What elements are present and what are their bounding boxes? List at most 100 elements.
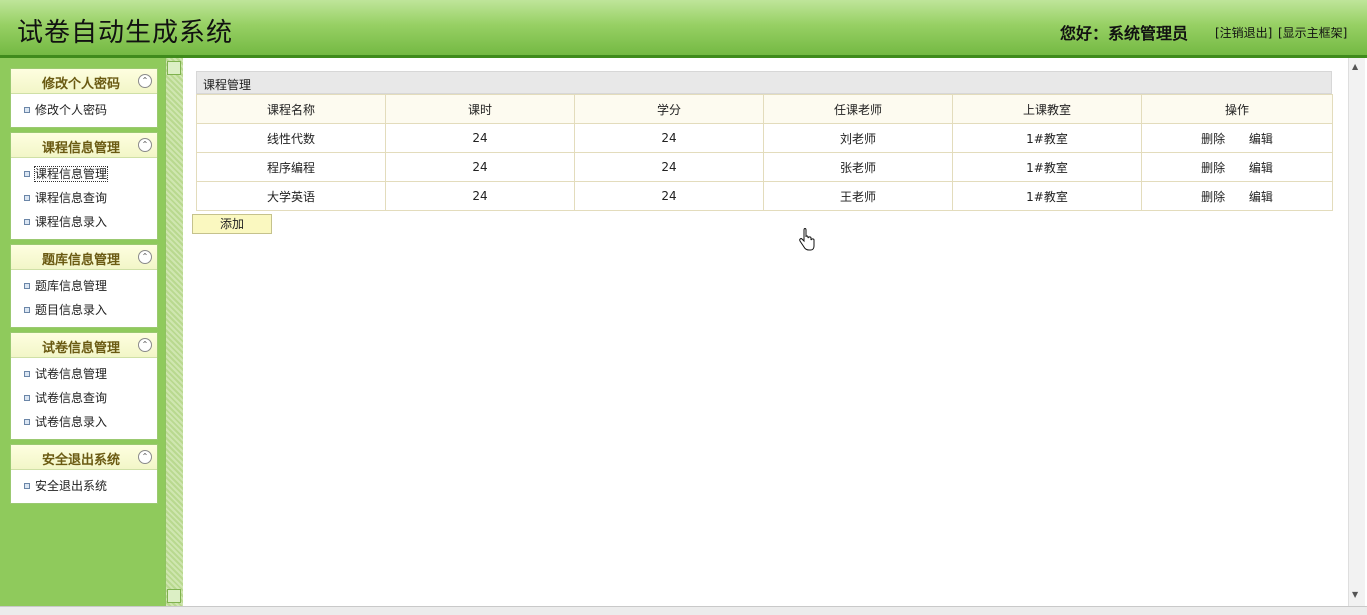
show-main-frame-link[interactable]: [显示主框架]: [1278, 24, 1347, 41]
column-header: 学分: [574, 94, 764, 124]
sidebar-item-label: 题库信息管理: [35, 279, 108, 293]
panel-exam-management: 试卷信息管理 ⌃ 试卷信息管理 试卷信息查询 试卷信息录入: [10, 332, 158, 440]
cell-teacher: 王老师: [763, 181, 953, 211]
square-bullet-icon: [24, 107, 30, 113]
splitter-bottom-button[interactable]: [167, 589, 181, 603]
collapse-up-icon[interactable]: ⌃: [138, 138, 152, 152]
cell-hours: 24: [385, 152, 575, 182]
delete-link[interactable]: 删除: [1201, 190, 1225, 204]
panel-title: 修改个人密码: [41, 77, 120, 92]
panel-header[interactable]: 修改个人密码 ⌃: [11, 69, 157, 94]
table-row: 线性代数 24 24 刘老师 1#教室 删除 编辑: [196, 123, 1333, 153]
delete-link[interactable]: 删除: [1201, 161, 1225, 175]
sidebar-item-change-password[interactable]: 修改个人密码: [11, 98, 157, 122]
panel-header[interactable]: 安全退出系统 ⌃: [11, 445, 157, 470]
panel-header[interactable]: 课程信息管理 ⌃: [11, 133, 157, 158]
add-course-button[interactable]: 添加: [192, 214, 272, 234]
scroll-down-icon[interactable]: ▼: [1352, 590, 1358, 599]
collapse-up-icon[interactable]: ⌃: [138, 250, 152, 264]
sidebar-item-exam-query[interactable]: 试卷信息查询: [11, 386, 157, 410]
square-bullet-icon: [24, 395, 30, 401]
cell-hours: 24: [385, 123, 575, 153]
column-header: 课时: [385, 94, 575, 124]
frame-splitter[interactable]: [165, 58, 183, 606]
collapse-up-icon[interactable]: ⌃: [138, 74, 152, 88]
app-header: 试卷自动生成系统 您好：系统管理员 [注销退出] [显示主框架]: [0, 0, 1367, 58]
sidebar-item-label: 安全退出系统: [35, 479, 108, 493]
sidebar-item-label: 试卷信息查询: [35, 391, 108, 405]
sidebar-item-label: 题目信息录入: [35, 303, 108, 317]
table-row: 程序编程 24 24 张老师 1#教室 删除 编辑: [196, 152, 1333, 182]
vertical-scrollbar[interactable]: ▲ ▼: [1348, 58, 1365, 606]
square-bullet-icon: [24, 483, 30, 489]
cell-course-name: 程序编程: [196, 152, 386, 182]
cell-credits: 24: [574, 181, 764, 211]
panel-course-management: 课程信息管理 ⌃ 课程信息管理 课程信息查询 课程信息录入: [10, 132, 158, 240]
square-bullet-icon: [24, 307, 30, 313]
square-bullet-icon: [24, 371, 30, 377]
cell-course-name: 线性代数: [196, 123, 386, 153]
delete-link[interactable]: 删除: [1201, 132, 1225, 146]
cell-actions: 删除 编辑: [1141, 152, 1333, 182]
cell-classroom: 1#教室: [952, 123, 1142, 153]
cell-course-name: 大学英语: [196, 181, 386, 211]
cell-actions: 删除 编辑: [1141, 181, 1333, 211]
square-bullet-icon: [24, 171, 30, 177]
panel-change-password: 修改个人密码 ⌃ 修改个人密码: [10, 68, 158, 128]
sidebar-item-label: 课程信息录入: [35, 215, 108, 229]
edit-link[interactable]: 编辑: [1249, 190, 1273, 204]
column-header: 课程名称: [196, 94, 386, 124]
cell-classroom: 1#教室: [952, 181, 1142, 211]
cell-teacher: 刘老师: [763, 123, 953, 153]
splitter-top-button[interactable]: [167, 61, 181, 75]
table-header-row: 课程名称 课时 学分 任课老师 上课教室 操作: [196, 94, 1333, 124]
cell-credits: 24: [574, 123, 764, 153]
column-header: 操作: [1141, 94, 1333, 124]
main-content: 课程管理 课程名称 课时 学分 任课老师 上课教室 操作 线性代数 24 24 …: [183, 58, 1348, 606]
sidebar-item-label: 修改个人密码: [35, 103, 108, 117]
sidebar-item-bank-manage[interactable]: 题库信息管理: [11, 274, 157, 298]
cell-hours: 24: [385, 181, 575, 211]
browser-status-bar: [0, 606, 1367, 615]
sidebar-item-exam-manage[interactable]: 试卷信息管理: [11, 362, 157, 386]
panel-question-bank: 题库信息管理 ⌃ 题库信息管理 题目信息录入: [10, 244, 158, 328]
panel-title: 课程信息管理: [41, 141, 120, 156]
collapse-up-icon[interactable]: ⌃: [138, 450, 152, 464]
app-title: 试卷自动生成系统: [17, 18, 234, 48]
hand-pointer-icon: [799, 228, 815, 251]
table-row: 大学英语 24 24 王老师 1#教室 删除 编辑: [196, 181, 1333, 211]
sidebar-item-exam-entry[interactable]: 试卷信息录入: [11, 410, 157, 434]
square-bullet-icon: [24, 195, 30, 201]
panel-title: 题库信息管理: [41, 253, 120, 268]
sidebar-item-course-query[interactable]: 课程信息查询: [11, 186, 157, 210]
section-title: 课程管理: [203, 78, 252, 92]
cell-classroom: 1#教室: [952, 152, 1142, 182]
edit-link[interactable]: 编辑: [1249, 132, 1273, 146]
panel-title: 试卷信息管理: [41, 341, 120, 356]
cell-actions: 删除 编辑: [1141, 123, 1333, 153]
sidebar-item-course-manage[interactable]: 课程信息管理: [11, 162, 157, 186]
sidebar: 修改个人密码 ⌃ 修改个人密码 课程信息管理 ⌃ 课程信息管理 课程信息查询 课…: [0, 58, 165, 606]
logout-link[interactable]: [注销退出]: [1215, 24, 1272, 41]
square-bullet-icon: [24, 419, 30, 425]
cell-teacher: 张老师: [763, 152, 953, 182]
course-table: 课程名称 课时 学分 任课老师 上课教室 操作 线性代数 24 24 刘老师 1…: [196, 94, 1333, 211]
section-header: 课程管理: [196, 71, 1332, 94]
sidebar-item-question-entry[interactable]: 题目信息录入: [11, 298, 157, 322]
scroll-up-icon[interactable]: ▲: [1352, 62, 1358, 71]
sidebar-item-label: 课程信息管理: [33, 166, 109, 182]
panel-safe-exit: 安全退出系统 ⌃ 安全退出系统: [10, 444, 158, 504]
panel-header[interactable]: 试卷信息管理 ⌃: [11, 333, 157, 358]
collapse-up-icon[interactable]: ⌃: [138, 338, 152, 352]
square-bullet-icon: [24, 219, 30, 225]
cell-credits: 24: [574, 152, 764, 182]
column-header: 任课老师: [763, 94, 953, 124]
panel-header[interactable]: 题库信息管理 ⌃: [11, 245, 157, 270]
sidebar-item-label: 试卷信息管理: [35, 367, 108, 381]
square-bullet-icon: [24, 283, 30, 289]
panel-title: 安全退出系统: [41, 453, 120, 468]
edit-link[interactable]: 编辑: [1249, 161, 1273, 175]
sidebar-item-course-entry[interactable]: 课程信息录入: [11, 210, 157, 234]
sidebar-item-safe-exit[interactable]: 安全退出系统: [11, 474, 157, 498]
sidebar-item-label: 试卷信息录入: [35, 415, 108, 429]
